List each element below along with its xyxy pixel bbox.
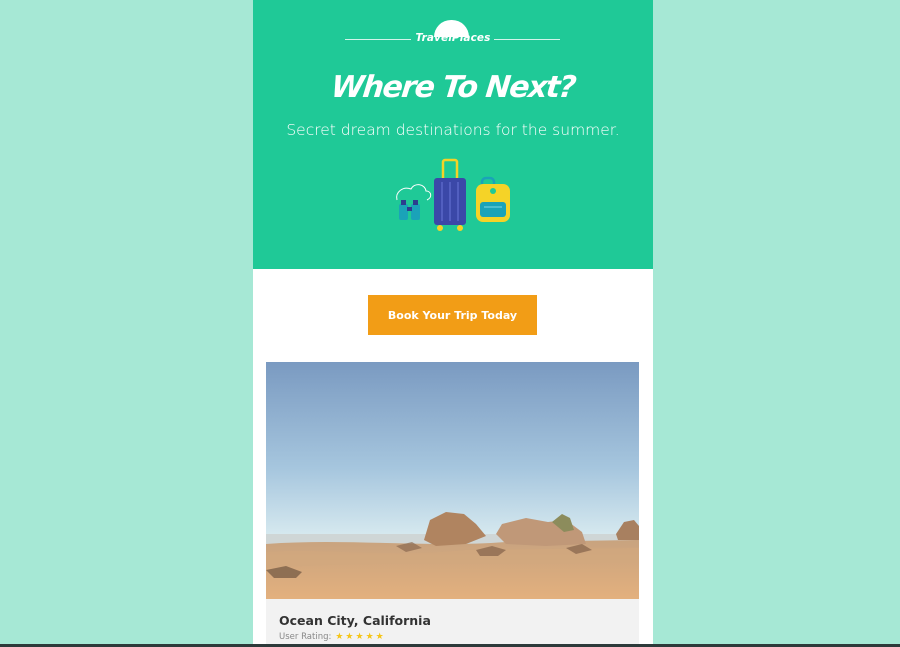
destination-photo[interactable]	[266, 362, 639, 599]
destination-info: Ocean City, California User Rating: ★★★★★	[266, 599, 639, 647]
brand-name: TravelPlaces	[415, 32, 491, 44]
cta-section: Book Your Trip Today	[253, 295, 653, 335]
destination-title[interactable]: Ocean City, California	[279, 613, 431, 628]
brand-logo[interactable]: TravelPlaces	[253, 18, 653, 48]
suitcase-icon	[434, 158, 466, 231]
hero-headline: Where To Next?	[329, 70, 577, 105]
hero-subheadline: Secret dream destinations for the summer…	[286, 121, 620, 139]
user-rating: User Rating: ★★★★★	[279, 632, 386, 642]
book-trip-button[interactable]: Book Your Trip Today	[368, 295, 537, 335]
email-container: TravelPlaces Where To Next? Secret dream…	[253, 0, 653, 647]
binoculars-icon	[396, 184, 432, 220]
rating-label: User Rating:	[279, 632, 332, 642]
rating-stars-icon: ★★★★★	[335, 632, 386, 642]
destination-card[interactable]: Ocean City, California User Rating: ★★★★★	[266, 362, 639, 647]
luggage-illustration	[396, 158, 510, 231]
logo-divider-left	[345, 39, 411, 40]
backpack-icon	[476, 176, 510, 222]
logo-divider-right	[494, 39, 560, 40]
hero-banner: TravelPlaces Where To Next? Secret dream…	[253, 0, 653, 269]
